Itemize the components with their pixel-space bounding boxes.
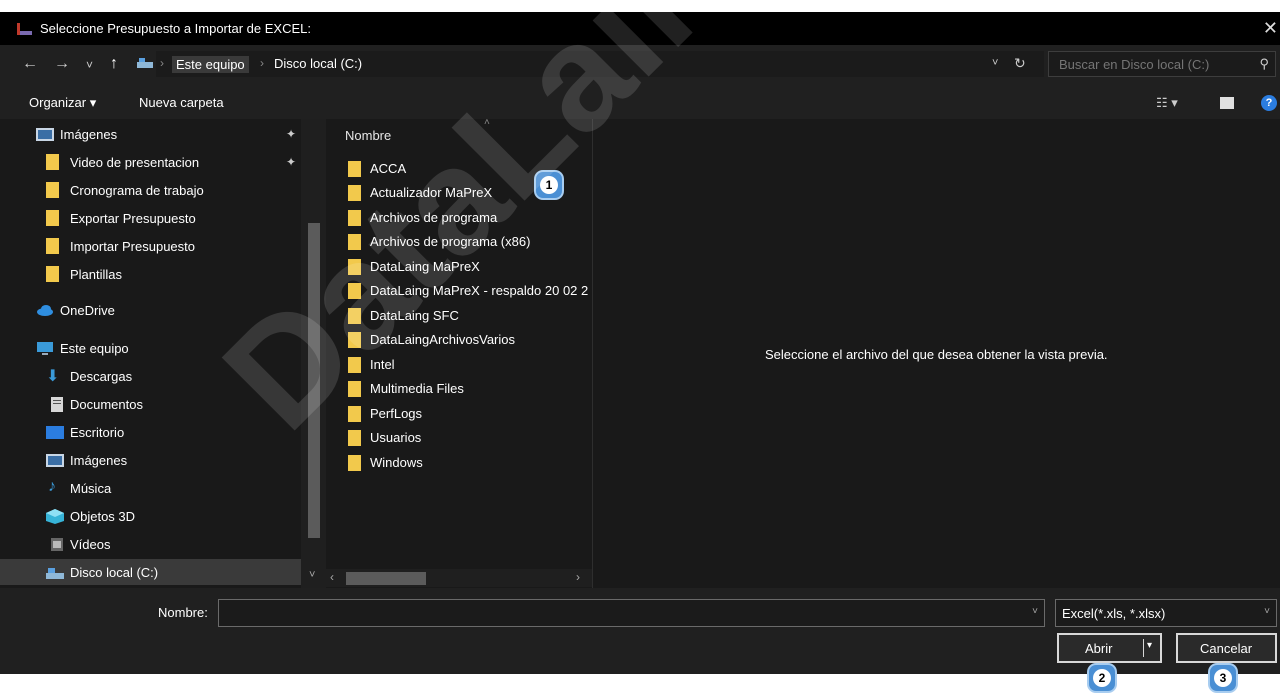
filetype-select[interactable]: Excel(*.xls, *.xlsx) ˅ [1055,599,1277,627]
pin-icon[interactable]: ✦ [286,155,296,169]
refresh-icon[interactable]: ↻ [1014,55,1026,72]
music-icon: ♪ [48,478,56,495]
preview-pane: Seleccione el archivo del que desea obte… [593,119,1280,588]
folder-icon [348,185,361,201]
window-title: Seleccione Presupuesto a Importar de EXC… [40,21,311,36]
back-arrow-icon[interactable]: ← [22,55,38,73]
drive-icon [46,568,64,579]
pictures-icon [36,128,54,141]
open-options-icon[interactable]: ▾ [1147,640,1152,651]
search-box[interactable]: ⚲ [1048,51,1276,77]
folder-icon [348,406,361,422]
drive-icon [137,58,153,68]
organize-button[interactable]: Organizar ▾ [29,95,96,111]
desktop-icon [46,426,64,439]
recent-locations-icon[interactable]: ˅ [86,58,93,72]
scroll-down-icon[interactable]: ˅ [309,569,315,581]
download-icon: ⬇ [46,368,60,385]
bottom-bar: Nombre: ˅ Excel(*.xls, *.xlsx) ˅ Abrir ▾… [0,588,1280,674]
callout-badge-2: 2 [1089,665,1115,691]
pin-icon[interactable]: ✦ [286,127,296,141]
split-divider [1143,639,1144,657]
callout-badge-1: 1 [536,172,562,198]
main-area: Imágenes ✦ ˄ Video de presentacion ✦ Cro… [0,117,1280,588]
file-list: ˄ Nombre ACCA Actualizador MaPreX Archiv… [345,117,589,471]
breadcrumb-disco-local[interactable]: Disco local (C:) [274,56,362,71]
filename-input[interactable] [223,604,1017,621]
address-field[interactable]: › Este equipo › Disco local (C:) ˅ ↻ [137,51,1044,77]
chevron-down-icon[interactable]: ˅ [1032,606,1038,617]
open-button[interactable]: Abrir ▾ [1057,633,1162,663]
preview-pane-icon[interactable] [1220,97,1234,109]
filename-combobox[interactable]: ˅ [218,599,1045,627]
navigation-pane: Imágenes ✦ ˄ Video de presentacion ✦ Cro… [0,119,326,588]
folder-icon [348,161,361,177]
folder-icon [46,154,59,170]
title-bar: Seleccione Presupuesto a Importar de EXC… [0,12,1280,45]
pc-icon [37,342,53,355]
breadcrumb-separator: › [260,56,264,70]
folder-icon [348,357,361,373]
breadcrumb-este-equipo[interactable]: Este equipo [172,56,249,73]
close-icon[interactable]: ✕ [1263,18,1278,39]
folder-icon [46,182,59,198]
folder-icon [348,234,361,250]
column-header-nombre[interactable]: Nombre [345,128,391,143]
navigation-scrollbar[interactable]: ˅ [301,119,326,588]
onedrive-icon [37,305,53,316]
folder-icon [348,210,361,226]
search-input[interactable] [1057,56,1251,73]
chevron-down-icon[interactable]: ˅ [1264,606,1270,617]
folder-icon [348,455,361,471]
folder-icon [348,308,361,324]
help-icon[interactable]: ? [1261,95,1277,111]
sort-arrow-icon: ˄ [484,117,490,128]
new-folder-button[interactable]: Nueva carpeta [139,95,224,110]
folder-icon [46,238,59,254]
forward-arrow-icon[interactable]: → [54,55,70,73]
documents-icon [51,397,63,412]
address-bar: ← → ˅ ↑ › Este equipo › Disco local (C:)… [0,45,1280,87]
folder-icon [348,283,361,299]
folder-icon [348,259,361,275]
videos-icon [51,538,63,551]
pictures-icon [46,454,64,467]
scrollbar-thumb[interactable] [346,572,426,585]
scroll-left-icon[interactable]: ‹ [330,570,334,584]
objects3d-icon [46,509,64,524]
folder-icon [348,332,361,348]
view-options-icon[interactable]: ☷ ▾ [1156,95,1178,111]
command-toolbar: Organizar ▾ Nueva carpeta ☷ ▾ ? [0,87,1280,119]
folder-icon [46,266,59,282]
scrollbar-thumb[interactable] [308,223,320,538]
address-dropdown-icon[interactable]: ˅ [992,57,998,69]
callout-badge-3: 3 [1210,665,1236,691]
cancel-button[interactable]: Cancelar [1176,633,1277,663]
folder-icon [46,210,59,226]
folder-icon [348,381,361,397]
search-icon[interactable]: ⚲ [1259,56,1269,72]
scroll-right-icon[interactable]: › [576,570,580,584]
folder-icon [348,430,361,446]
breadcrumb-separator: › [160,56,164,70]
up-arrow-icon[interactable]: ↑ [110,55,118,73]
file-list-scrollbar[interactable]: ‹ › [320,569,592,587]
filetype-value: Excel(*.xls, *.xlsx) [1062,606,1166,621]
preview-message: Seleccione el archivo del que desea obte… [765,347,1108,362]
app-icon [17,23,32,35]
filename-label: Nombre: [158,605,208,620]
